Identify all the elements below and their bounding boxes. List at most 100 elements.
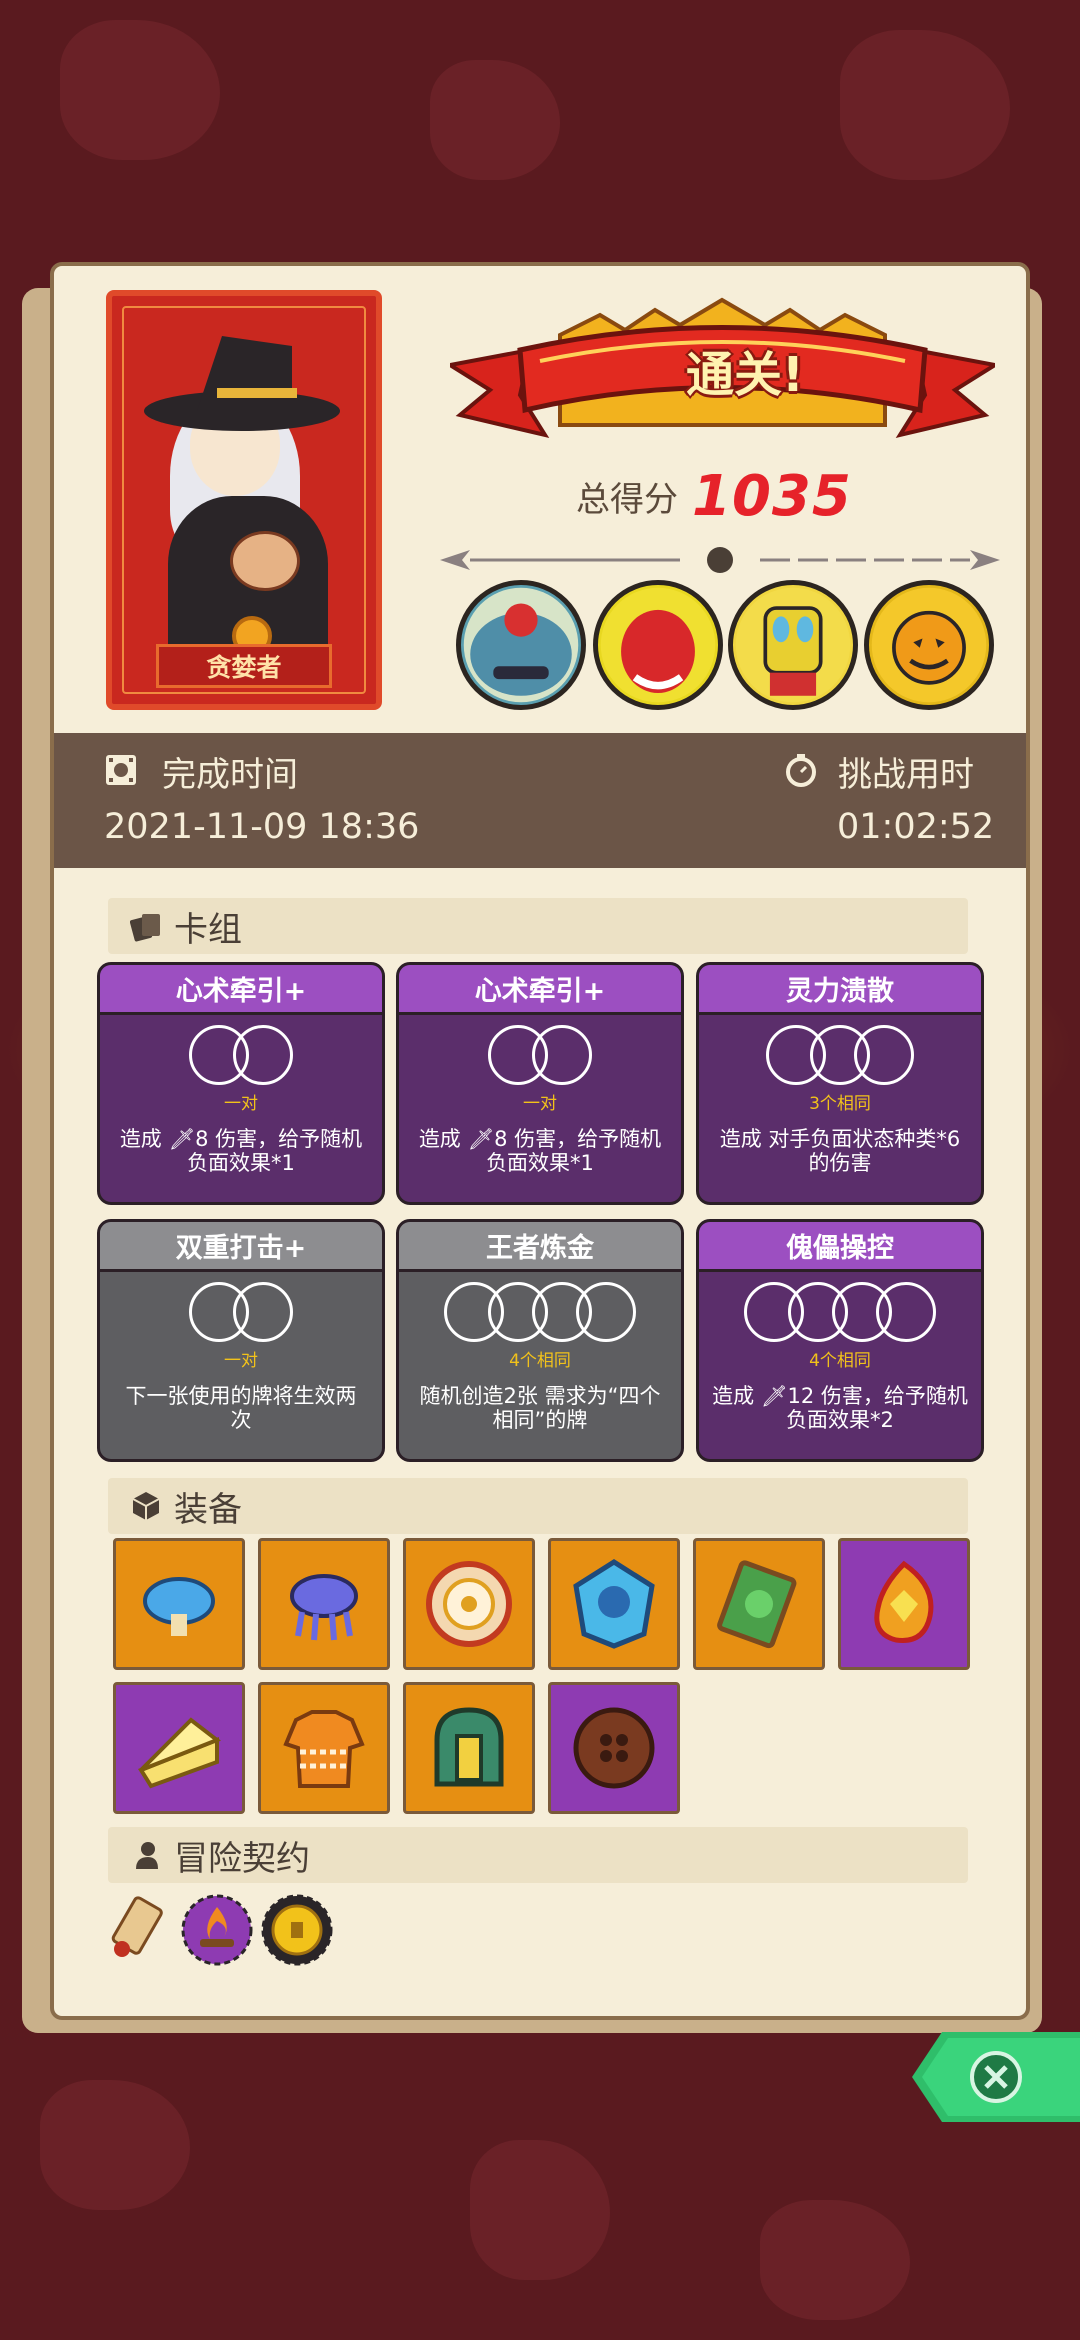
character-name: 贪婪者 <box>156 644 332 688</box>
equipment-slot[interactable] <box>258 1538 390 1670</box>
card-description-line: 的伤害 <box>808 1151 872 1175</box>
cards-icon <box>130 914 160 942</box>
card-description-line: 造成 对手负面状态种类*6 <box>719 1127 961 1151</box>
card-title: 灵力溃散 <box>699 965 981 1015</box>
card-description-line: 造成 🗡8 伤害，给予随机 <box>418 1127 662 1151</box>
campfire-icon[interactable] <box>180 1893 254 1967</box>
button-icon <box>573 1707 655 1789</box>
card-description-line: 随机创造2张 需求为“四个 <box>419 1384 661 1408</box>
sweater-icon <box>283 1710 365 1788</box>
card-description-line: 造成 🗡12 伤害，给予随机 <box>712 1384 968 1408</box>
shield-ring-icon <box>426 1561 512 1647</box>
score-row: 总得分 1035 <box>576 464 852 529</box>
equipment-slot[interactable] <box>403 1682 535 1814</box>
card-title: 心术牵引+ <box>100 965 382 1015</box>
equipment-slot[interactable] <box>113 1682 245 1814</box>
bg-blob <box>60 20 220 160</box>
card-description-line: 下一张使用的牌将生效两 <box>125 1384 357 1408</box>
dice-slot <box>233 1282 293 1342</box>
slot-requirement: 4个相同 <box>809 1351 871 1371</box>
scroll-icon[interactable] <box>100 1893 174 1967</box>
film-icon <box>106 755 136 785</box>
skill-card[interactable]: 心术牵引+ 一对 造成 🗡8 伤害，给予随机 负面效果*1 <box>97 962 385 1205</box>
money-bag-icon <box>230 531 300 591</box>
score-label: 总得分 <box>576 480 678 520</box>
challenge-time-label: 挑战用时 <box>838 755 974 795</box>
complete-time-value: 2021-11-09 18:36 <box>104 807 420 847</box>
blue-gem-icon <box>573 1559 655 1649</box>
equipment-section-header: 装备 <box>108 1478 968 1534</box>
complete-time-label: 完成时间 <box>162 755 298 795</box>
card-slots <box>699 1025 981 1087</box>
card-description-line: 造成 🗡8 伤害，给予随机 <box>119 1127 363 1151</box>
boss-red-demon <box>593 580 723 710</box>
time-bar: 完成时间 2021-11-09 18:36 挑战用时 01:02:52 <box>54 733 1026 868</box>
witch-hat-icon <box>144 336 340 431</box>
card-description-line: 负面效果*2 <box>786 1408 894 1432</box>
helmet-icon <box>434 1707 504 1787</box>
card-description-line: 负面效果*1 <box>486 1151 594 1175</box>
dice-slot <box>854 1025 914 1085</box>
card-title: 心术牵引+ <box>399 965 681 1015</box>
equipment-slot[interactable] <box>258 1682 390 1814</box>
character-portrait: 贪婪者 <box>106 290 382 710</box>
skill-card[interactable]: 心术牵引+ 一对造成 🗡8 伤害，给予随机 负面效果*1 <box>396 962 684 1205</box>
equipment-slot[interactable] <box>838 1538 970 1670</box>
gold-coin-icon[interactable] <box>260 1893 334 1967</box>
skull-mask-icon <box>735 587 851 703</box>
equipment-label: 装备 <box>174 1489 242 1530</box>
boss-pumpkin <box>864 580 994 710</box>
green-book-icon <box>717 1560 797 1649</box>
card-description: 造成 🗡12 伤害，给予随机 负面效果*2 <box>711 1384 969 1432</box>
equipment-slot[interactable] <box>693 1538 825 1670</box>
card-title: 傀儡操控 <box>699 1222 981 1272</box>
dice-slot <box>233 1025 293 1085</box>
slot-requirement: 3个相同 <box>809 1094 871 1114</box>
equipment-slot[interactable] <box>548 1682 680 1814</box>
skill-card[interactable]: 王者炼金 4个相同 随机创造2张 需求为“四个 相同”的牌 <box>396 1219 684 1462</box>
dice-slot <box>876 1282 936 1342</box>
blue-mushroom-icon <box>143 1577 215 1636</box>
bg-blob <box>760 2200 910 2320</box>
deck-section-header: 卡组 <box>108 898 968 954</box>
dice-slot <box>576 1282 636 1342</box>
bg-blob <box>430 60 560 180</box>
card-description: 随机创造2张 需求为“四个 相同”的牌 <box>411 1384 669 1432</box>
card-slots <box>399 1282 681 1344</box>
card-title: 双重打击+ <box>100 1222 382 1272</box>
card-title: 王者炼金 <box>399 1222 681 1272</box>
skill-card[interactable]: 灵力溃散 3个相同造成 对手负面状态种类*6 的伤害 <box>696 962 984 1205</box>
equipment-slot[interactable] <box>548 1538 680 1670</box>
score-value: 1035 <box>692 464 852 529</box>
card-slots <box>399 1025 681 1087</box>
pumpkin-icon <box>871 587 987 703</box>
card-description: 造成 🗡8 伤害，给予随机 负面效果*1 <box>411 1127 669 1175</box>
skill-card[interactable]: 双重打击+ 一对下一张使用的牌将生效两次 <box>97 1219 385 1462</box>
red-demon-icon <box>600 587 716 703</box>
cheese-icon <box>138 1717 222 1789</box>
challenge-time-value: 01:02:52 <box>837 807 995 847</box>
card-description-line: 相同”的牌 <box>492 1408 588 1432</box>
cube-icon <box>132 1492 160 1520</box>
slot-requirement: 一对 <box>523 1094 557 1114</box>
slot-requirement: 一对 <box>224 1351 258 1371</box>
contract-icon <box>136 1842 158 1869</box>
equipment-slot[interactable] <box>403 1538 535 1670</box>
card-description: 造成 🗡8 伤害，给予随机 负面效果*1 <box>112 1127 370 1175</box>
close-button[interactable] <box>912 2032 1080 2122</box>
stopwatch-icon <box>786 754 816 787</box>
deck-label: 卡组 <box>174 909 242 950</box>
blue-monster-icon <box>463 587 579 703</box>
card-description: 下一张使用的牌将生效两次 <box>112 1384 370 1432</box>
fire-gem-icon <box>874 1560 934 1643</box>
boss-blue-monster <box>456 580 586 710</box>
card-slots <box>100 1282 382 1344</box>
skill-card[interactable]: 傀儡操控 4个相同造成 🗡12 伤害，给予随机 负面效果*2 <box>696 1219 984 1462</box>
boss-skull-mask <box>728 580 858 710</box>
card-description-line: 次 <box>230 1408 252 1432</box>
card-description: 造成 对手负面状态种类*6 的伤害 <box>711 1127 969 1175</box>
equipment-slot[interactable] <box>113 1538 245 1670</box>
card-slots <box>100 1025 382 1087</box>
bg-blob <box>40 2080 190 2210</box>
contract-label: 冒险契约 <box>174 1838 310 1879</box>
